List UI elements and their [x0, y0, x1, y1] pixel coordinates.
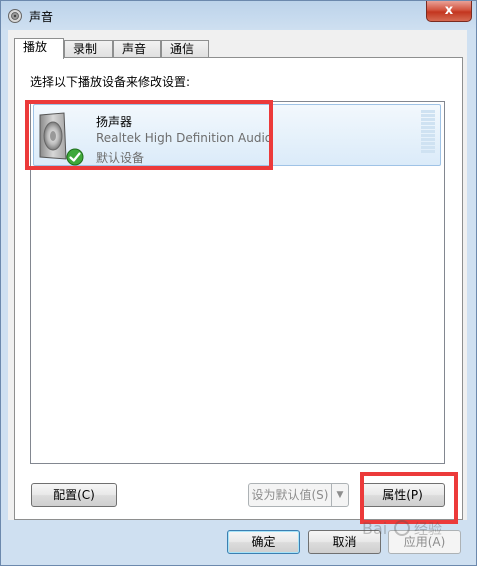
volume-level-meter: [421, 110, 435, 154]
baidu-watermark: Bai 经验: [360, 508, 470, 548]
configure-button[interactable]: 配置(C): [31, 483, 117, 507]
tab-sounds[interactable]: 声音: [113, 40, 161, 57]
tab-communications[interactable]: 通信: [161, 40, 209, 57]
close-button[interactable]: x: [426, 1, 472, 22]
title-bar[interactable]: 声音 x: [1, 1, 476, 31]
tab-recording[interactable]: 录制: [64, 40, 113, 57]
highlight-box-device: [25, 100, 273, 170]
speaker-app-icon: [7, 8, 23, 24]
svg-text:Bai: Bai: [362, 519, 387, 538]
set-default-button[interactable]: 设为默认值(S): [248, 483, 332, 507]
ok-button[interactable]: 确定: [227, 530, 300, 554]
svg-text:经验: 经验: [414, 522, 442, 538]
instruction-text: 选择以下播放设备来修改设置:: [30, 75, 191, 89]
window-title: 声音: [29, 10, 54, 24]
tab-playback[interactable]: 播放: [14, 38, 64, 59]
set-default-dropdown-icon[interactable]: ▼: [331, 483, 349, 507]
